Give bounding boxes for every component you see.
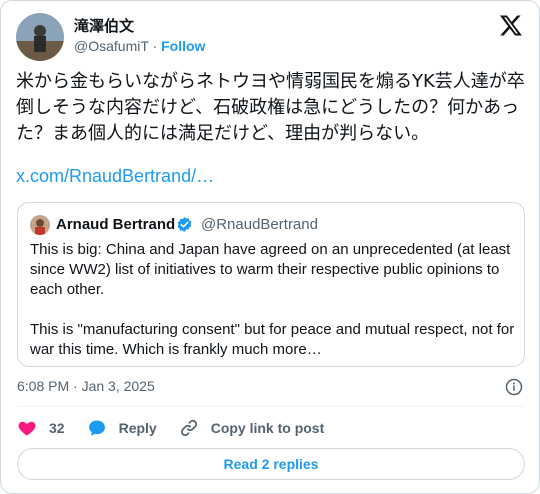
heart-icon — [18, 421, 36, 436]
quoted-author-avatar — [30, 215, 50, 235]
post-card: 滝澤伯文 @OsafumiT · Follow 米から金もらいながらネトウヨや情… — [0, 0, 540, 494]
info-icon[interactable] — [505, 378, 523, 396]
post-text: 米から金もらいながらネトウヨや情弱国民を煽るYK芸人達が卒倒しそうな内容だけど、… — [16, 71, 525, 144]
read-replies-button[interactable]: Read 2 replies — [17, 448, 525, 480]
like-count: 32 — [49, 420, 65, 436]
quoted-post[interactable]: Arnaud Bertrand @RnaudBertrand This is b… — [17, 202, 525, 367]
x-logo-icon[interactable] — [499, 13, 523, 37]
action-bar: 32 Reply Copy link to post — [17, 417, 346, 439]
copy-link-label: Copy link to post — [210, 420, 325, 436]
divider — [17, 406, 525, 407]
link-icon — [180, 419, 197, 437]
copy-link-button[interactable]: Copy link to post — [179, 418, 325, 438]
author-display-name[interactable]: 滝澤伯文 — [74, 15, 134, 36]
like-button[interactable]: 32 — [17, 418, 65, 438]
author-avatar[interactable] — [16, 13, 64, 61]
verified-badge-icon — [176, 216, 193, 233]
reply-bubble-icon — [88, 420, 105, 436]
author-handle[interactable]: @OsafumiT — [74, 38, 149, 54]
post-link[interactable]: x.com/RnaudBertrand/… — [16, 166, 214, 187]
quoted-author-handle: @RnaudBertrand — [201, 216, 318, 233]
author-handle-line: @OsafumiT · Follow — [74, 38, 205, 54]
quoted-author-name: Arnaud Bertrand — [56, 216, 176, 233]
handle-separator: · — [152, 38, 158, 54]
reply-label: Reply — [118, 420, 157, 436]
post-timestamp[interactable]: 6:08 PM · Jan 3, 2025 — [17, 378, 155, 394]
follow-button[interactable]: Follow — [161, 38, 205, 54]
quoted-post-text: This is big: China and Japan have agreed… — [30, 241, 515, 358]
reply-button[interactable]: Reply — [87, 418, 157, 438]
